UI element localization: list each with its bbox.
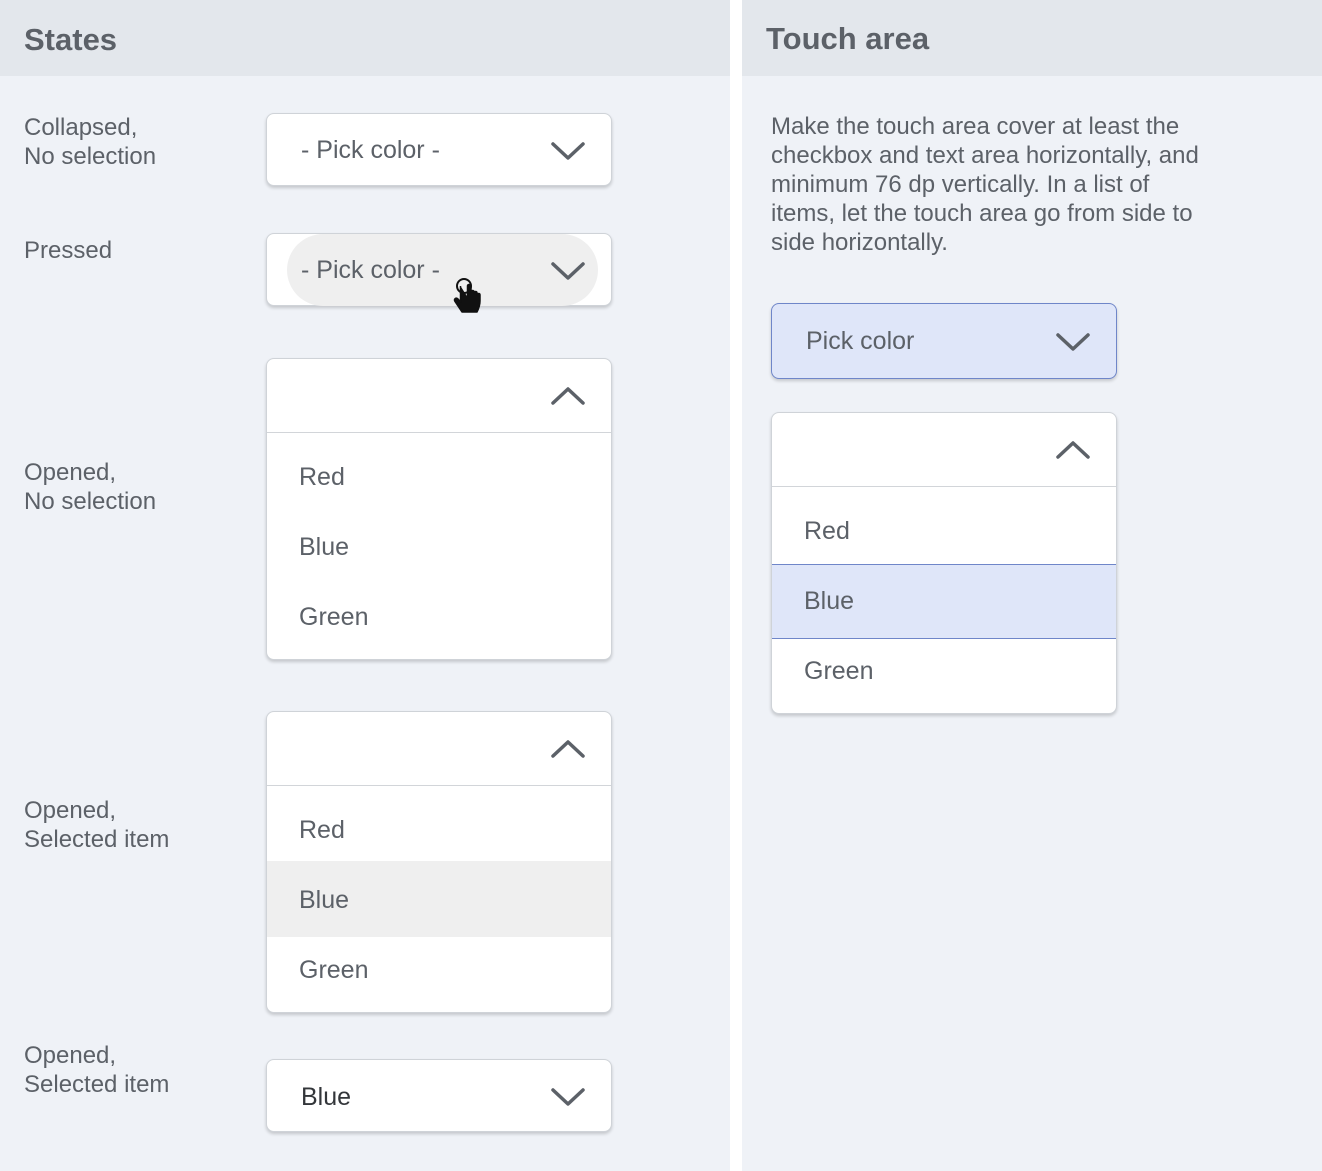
row-label-pressed: Pressed [24, 237, 113, 264]
dropdown-option[interactable]: Green [267, 582, 611, 654]
touch-area-title: Touch area [766, 21, 930, 56]
states-panel: States Collapsed, No selection Pressed O… [0, 0, 730, 1171]
dropdown-value: Blue [301, 1083, 352, 1111]
dropdown-option-selected[interactable]: Blue [267, 861, 611, 937]
collapsed-dropdown[interactable]: - Pick color - [266, 113, 612, 186]
dropdown-placeholder: Pick color [806, 327, 915, 355]
dropdown-option[interactable]: Blue [267, 512, 611, 584]
dropdown-option[interactable]: Red [267, 442, 611, 514]
states-title: States [24, 22, 118, 57]
chevron-up-icon [1056, 440, 1090, 460]
opened-dropdown[interactable]: Red Blue Green [266, 358, 612, 660]
chevron-up-icon [551, 386, 585, 406]
touch-area-description: Make the touch area cover at least the c… [771, 113, 1199, 256]
dropdown-option-selected[interactable]: Blue [772, 564, 1116, 639]
dropdown-header[interactable] [267, 712, 611, 786]
touch-area-panel-header: Touch area [742, 0, 1322, 76]
pressed-dropdown[interactable]: - Pick color - [266, 233, 612, 313]
selected-dropdown[interactable]: Blue [266, 1059, 612, 1132]
chevron-down-icon [551, 261, 585, 281]
row-label-opened-selected: Opened, Selected item [24, 797, 170, 853]
hand-pointer-icon [453, 278, 483, 321]
chevron-down-icon [551, 1087, 585, 1107]
dropdown-option[interactable]: Red [267, 795, 611, 867]
dropdown-header[interactable] [267, 359, 611, 433]
dropdown-option[interactable]: Red [772, 496, 1116, 568]
chevron-down-icon [1056, 332, 1090, 352]
opened-selected-dropdown[interactable]: Red Blue Green [266, 711, 612, 1013]
dropdown-placeholder: - Pick color - [301, 256, 440, 284]
touch-area-panel: Touch area Make the touch area cover at … [742, 0, 1322, 1171]
chevron-up-icon [551, 739, 585, 759]
row-label-collapsed: Collapsed, No selection [24, 114, 157, 170]
dropdown-option[interactable]: Green [267, 935, 611, 1007]
states-panel-header: States [0, 0, 730, 76]
row-label-opened-selected-2: Opened, Selected item [24, 1042, 170, 1098]
row-label-opened-no-selection: Opened, No selection [24, 459, 157, 515]
touch-dropdown[interactable]: Pick color [771, 303, 1117, 379]
dropdown-header[interactable] [772, 413, 1116, 487]
dropdown-placeholder: - Pick color - [301, 136, 440, 164]
chevron-down-icon [551, 141, 585, 161]
dropdown-option[interactable]: Green [772, 636, 1116, 708]
touch-menu[interactable]: Red Blue Green [771, 412, 1117, 714]
